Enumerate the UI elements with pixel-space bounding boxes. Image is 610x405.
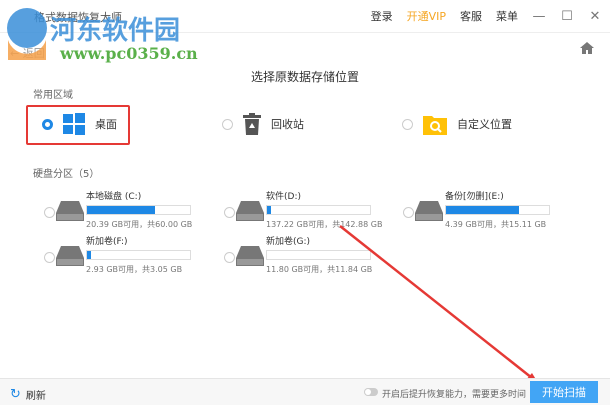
disk-item[interactable]: 新加卷(F:) 2.93 GB可用，共3.05 GB: [44, 230, 219, 280]
radio[interactable]: [222, 118, 233, 130]
radio[interactable]: [44, 252, 55, 263]
maximize-icon[interactable]: ☐: [560, 9, 574, 24]
disk-usage-bar: [445, 205, 550, 215]
option-custom-location[interactable]: 自定义位置: [402, 113, 512, 135]
disk-partition-label: 硬盘分区（5）: [33, 169, 100, 180]
radio[interactable]: [44, 207, 55, 218]
deep-scan-toggle[interactable]: [364, 388, 378, 396]
refresh-button[interactable]: ↻ 刷新: [10, 387, 46, 402]
disk-usage-bar: [86, 205, 191, 215]
minimize-icon[interactable]: —: [532, 9, 546, 24]
disk-name: 新加卷(G:): [266, 237, 311, 247]
login-link[interactable]: 登录: [371, 8, 393, 24]
radio[interactable]: [403, 207, 414, 218]
radio[interactable]: [224, 252, 235, 263]
option-recycle-bin[interactable]: 回收站: [222, 113, 304, 135]
radio[interactable]: [42, 118, 53, 130]
option-label: 桌面: [95, 118, 117, 131]
hard-drive-icon: [56, 201, 84, 221]
option-desktop[interactable]: 桌面: [42, 113, 117, 135]
disk-space-info: 137.22 GB可用，共142.88 GB: [266, 220, 383, 229]
disk-usage-bar: [266, 205, 371, 215]
title-bar: 格式数据恢复大师 登录 开通VIP 客服 菜单 — ☐ ✕: [0, 0, 610, 33]
refresh-label: 刷新: [25, 391, 46, 402]
option-label: 自定义位置: [457, 118, 512, 131]
vip-link[interactable]: 开通VIP: [407, 8, 446, 24]
disk-usage-bar: [266, 250, 371, 260]
deep-scan-tip: 开启后提升恢复能力，需要更多时间: [382, 390, 527, 400]
app-title: 格式数据恢复大师: [34, 11, 122, 24]
disk-item[interactable]: 备份[勿删](E:) 4.39 GB可用，共15.11 GB: [403, 185, 578, 235]
recycle-bin-icon: [243, 113, 261, 135]
refresh-icon: ↻: [10, 387, 21, 402]
footer: ↻ 刷新 开启后提升恢复能力，需要更多时间 开始扫描: [0, 378, 610, 405]
disk-name: 软件(D:): [266, 192, 301, 202]
hard-drive-icon: [415, 201, 443, 221]
service-link[interactable]: 客服: [460, 8, 482, 24]
start-scan-button[interactable]: 开始扫描: [530, 381, 598, 403]
menu-link[interactable]: 菜单: [496, 8, 518, 24]
disk-space-info: 2.93 GB可用，共3.05 GB: [86, 265, 183, 274]
disk-usage-bar: [86, 250, 191, 260]
hard-drive-icon: [236, 246, 264, 266]
disk-name: 本地磁盘 (C:): [86, 192, 142, 202]
hard-drive-icon: [56, 246, 84, 266]
back-button[interactable]: ← 返回: [10, 45, 45, 61]
windows-icon: [63, 113, 85, 135]
page-title: 选择原数据存储位置: [250, 70, 359, 84]
disk-item[interactable]: 新加卷(G:) 11.80 GB可用，共11.84 GB: [224, 230, 399, 280]
disk-name: 新加卷(F:): [86, 237, 128, 247]
radio[interactable]: [402, 118, 413, 130]
hard-drive-icon: [236, 201, 264, 221]
watermark-url: www.pc0359.cn: [60, 44, 198, 63]
disk-space-info: 4.39 GB可用，共15.11 GB: [445, 220, 547, 229]
disk-name: 备份[勿删](E:): [445, 192, 504, 202]
close-icon[interactable]: ✕: [588, 9, 602, 24]
disk-space-info: 11.80 GB可用，共11.84 GB: [266, 265, 373, 274]
option-label: 回收站: [271, 118, 304, 131]
radio[interactable]: [224, 207, 235, 218]
disk-item[interactable]: 软件(D:) 137.22 GB可用，共142.88 GB: [224, 185, 399, 235]
home-icon[interactable]: [580, 42, 594, 54]
folder-search-icon: [423, 116, 447, 135]
disk-item[interactable]: 本地磁盘 (C:) 20.39 GB可用，共60.00 GB: [44, 185, 219, 235]
disk-space-info: 20.39 GB可用，共60.00 GB: [86, 220, 193, 229]
back-label: 返回: [22, 47, 45, 60]
common-area-label: 常用区域: [33, 90, 73, 101]
